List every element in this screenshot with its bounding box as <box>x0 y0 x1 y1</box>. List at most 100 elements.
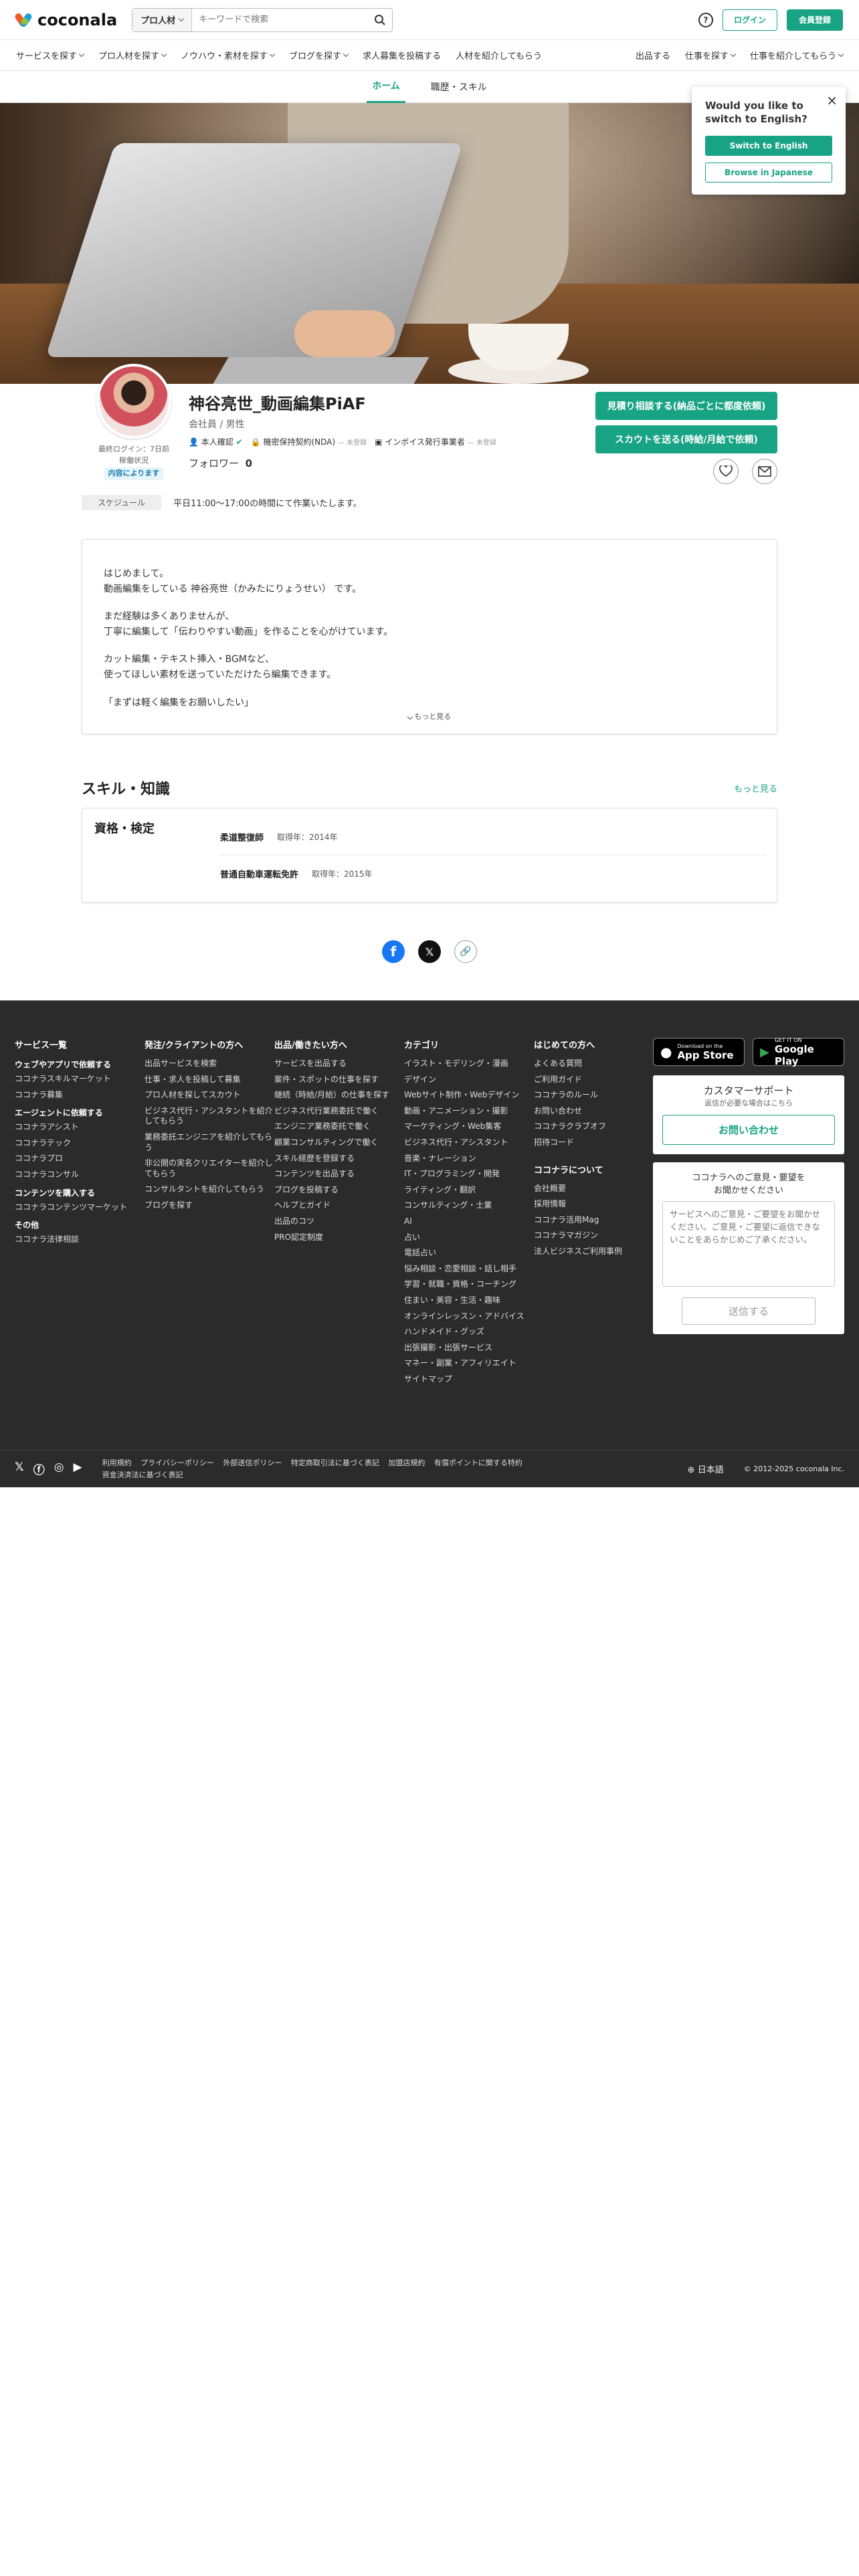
footer-bottom-link[interactable]: プライバシーポリシー <box>140 1459 214 1467</box>
footer-bottom-link[interactable]: 資金決済法に基づく表記 <box>102 1471 183 1479</box>
footer-link[interactable]: ココナラテック <box>15 1138 145 1149</box>
footer-bottom-link[interactable]: 加盟店規約 <box>388 1459 425 1467</box>
footer-link[interactable]: 電話占い <box>404 1248 534 1259</box>
help-icon[interactable]: ? <box>698 12 713 27</box>
message-button[interactable] <box>752 459 777 484</box>
footer-link[interactable]: 学習・就職・資格・コーチング <box>404 1279 534 1290</box>
tab-career-skills[interactable]: 職歴・スキル <box>425 71 492 103</box>
footer-link[interactable]: ビジネス代行・アシスタント <box>404 1138 534 1148</box>
footer-link[interactable]: ヘルプとガイド <box>274 1200 404 1211</box>
nav-find-pros[interactable]: プロ人材を探す <box>98 49 167 62</box>
footer-link[interactable]: サイトマップ <box>404 1374 534 1385</box>
footer-link[interactable]: 非公開の実名クリエイターを紹介してもらう <box>145 1158 274 1179</box>
footer-link[interactable]: 動画・アニメーション・撮影 <box>404 1106 534 1117</box>
footer-link[interactable]: AI <box>404 1216 534 1227</box>
footer-link[interactable]: 出品サービスを検索 <box>145 1059 274 1069</box>
facebook-icon[interactable]: f <box>382 940 405 963</box>
footer-link[interactable]: デザイン <box>404 1075 534 1085</box>
feedback-send-button[interactable]: 送信する <box>682 1297 816 1325</box>
nav-referral[interactable]: 人材を紹介してもらう <box>456 49 542 62</box>
link-icon[interactable]: 🔗 <box>454 940 477 963</box>
footer-link[interactable]: マネー・副業・アフィリエイト <box>404 1358 534 1369</box>
skills-more-link[interactable]: もっと見る <box>734 782 777 794</box>
search-button[interactable] <box>368 14 392 26</box>
favorite-button[interactable] <box>713 459 739 484</box>
footer-link[interactable]: IT・プログラミング・開発 <box>404 1169 534 1180</box>
estimate-request-button[interactable]: 見積り相談する(納品ごとに都度依頼) <box>595 392 777 420</box>
footer-bottom-link[interactable]: 利用規約 <box>102 1459 132 1467</box>
browse-japanese-button[interactable]: Browse in Japanese <box>705 162 832 183</box>
nav-find-work[interactable]: 仕事を探す <box>685 49 737 62</box>
footer-link[interactable]: 業務委託エンジニアを紹介してもらう <box>145 1132 274 1153</box>
footer-link[interactable]: ココナラ募集 <box>15 1090 145 1101</box>
footer-link[interactable]: スキル経歴を登録する <box>274 1154 404 1164</box>
nav-work-referral[interactable]: 仕事を紹介してもらう <box>750 49 844 62</box>
footer-link[interactable]: ココナラコンサル <box>15 1170 145 1180</box>
switch-to-english-button[interactable]: Switch to English <box>705 135 832 156</box>
footer-bottom-link[interactable]: 有償ポイントに関する特約 <box>434 1459 522 1467</box>
footer-link[interactable]: コンテンツを出品する <box>274 1169 404 1180</box>
footer-link[interactable]: 法人ビジネスご利用事例 <box>534 1247 664 1257</box>
footer-link[interactable]: 占い <box>404 1232 534 1243</box>
footer-link[interactable]: 出張撮影・出張サービス <box>404 1343 534 1354</box>
footer-link[interactable]: ココナラアシスト <box>15 1122 145 1133</box>
footer-link[interactable]: ココナラ活用Mag <box>534 1215 664 1226</box>
send-scout-button[interactable]: スカウトを送る(時給/月給で依頼) <box>595 425 777 453</box>
feedback-textarea[interactable] <box>662 1201 835 1287</box>
footer-link[interactable]: 住まい・美容・生活・趣味 <box>404 1295 534 1306</box>
google-play-badge[interactable]: ▶ GET IT ON Google Play <box>753 1037 844 1067</box>
close-icon[interactable]: × <box>826 92 838 108</box>
nav-post-job[interactable]: 求人募集を投稿する <box>363 49 441 62</box>
footer-link[interactable]: 音楽・ナレーション <box>404 1154 534 1164</box>
footer-link[interactable]: ブログを探す <box>145 1200 274 1211</box>
footer-link[interactable]: 仕事・求人を投稿して募集 <box>145 1075 274 1085</box>
footer-link[interactable]: 顧業コンサルティングで働く <box>274 1138 404 1148</box>
footer-link[interactable]: よくある質問 <box>534 1059 664 1069</box>
footer-link[interactable]: プロ人材を探してスカウト <box>145 1090 274 1101</box>
footer-link[interactable]: オンラインレッスン・アドバイス <box>404 1311 534 1322</box>
nav-find-blogs[interactable]: ブログを探す <box>289 49 349 62</box>
footer-link[interactable]: ココナラコンテンツマーケット <box>15 1202 145 1213</box>
footer-link[interactable]: ブログを投稿する <box>274 1185 404 1196</box>
footer-link[interactable]: コンサルタントを紹介してもらう <box>145 1184 274 1195</box>
language-selector[interactable]: ⊕ 日本語 <box>688 1463 724 1475</box>
footer-link[interactable]: イラスト・モデリング・漫画 <box>404 1059 534 1069</box>
search-category-select[interactable]: プロ人材 <box>132 8 193 31</box>
footer-link[interactable]: サービスを出品する <box>274 1059 404 1069</box>
footer-link[interactable]: エンジニア業務委託で働く <box>274 1121 404 1132</box>
nav-find-services[interactable]: サービスを探す <box>16 49 85 62</box>
logo[interactable]: coconala <box>13 11 117 29</box>
footer-link[interactable]: 出品のコツ <box>274 1216 404 1227</box>
footer-link[interactable]: 継続（時給/月給）の仕事を探す <box>274 1090 404 1101</box>
nav-sell[interactable]: 出品する <box>636 49 670 62</box>
footer-link[interactable]: 悩み相談・恋愛相談・話し相手 <box>404 1264 534 1275</box>
login-button[interactable]: ログイン <box>722 9 777 31</box>
tab-home[interactable]: ホーム <box>367 71 405 103</box>
footer-link[interactable]: ココナラ法律相談 <box>15 1235 145 1245</box>
contact-button[interactable]: お問い合わせ <box>662 1115 835 1145</box>
footer-link[interactable]: ココナラプロ <box>15 1154 145 1164</box>
footer-link[interactable]: ライティング・翻訳 <box>404 1185 534 1196</box>
footer-link[interactable]: PRO認定制度 <box>274 1232 404 1243</box>
footer-link[interactable]: 会社概要 <box>534 1184 664 1194</box>
footer-bottom-link[interactable]: 外部送信ポリシー <box>223 1459 282 1467</box>
footer-link[interactable]: お問い合わせ <box>534 1106 664 1117</box>
instagram-icon[interactable]: ◎ <box>54 1461 64 1477</box>
footer-bottom-link[interactable]: 特定商取引法に基づく表記 <box>291 1459 379 1467</box>
footer-link[interactable]: マーケティング・Web集客 <box>404 1121 534 1132</box>
facebook-icon[interactable]: ⓕ <box>33 1461 45 1477</box>
show-more-button[interactable]: もっと見る <box>82 711 777 723</box>
app-store-badge[interactable]: ● Download on the App Store <box>653 1038 745 1066</box>
footer-link[interactable]: ココナラのルール <box>534 1090 664 1101</box>
youtube-icon[interactable]: ▶ <box>74 1461 82 1477</box>
signup-button[interactable]: 会員登録 <box>786 9 843 31</box>
nav-find-knowhow[interactable]: ノウハウ・素材を探す <box>181 49 276 62</box>
footer-link[interactable]: ココナラマガジン <box>534 1230 664 1241</box>
x-icon[interactable]: 𝕏 <box>418 940 441 963</box>
search-input[interactable] <box>192 8 369 31</box>
footer-link[interactable]: コンサルティング・士業 <box>404 1200 534 1211</box>
footer-link[interactable]: ビジネス代行業務委託で働く <box>274 1106 404 1117</box>
footer-link[interactable]: 採用情報 <box>534 1199 664 1210</box>
footer-link[interactable]: ハンドメイド・グッズ <box>404 1327 534 1337</box>
footer-link[interactable]: ご利用ガイド <box>534 1075 664 1085</box>
